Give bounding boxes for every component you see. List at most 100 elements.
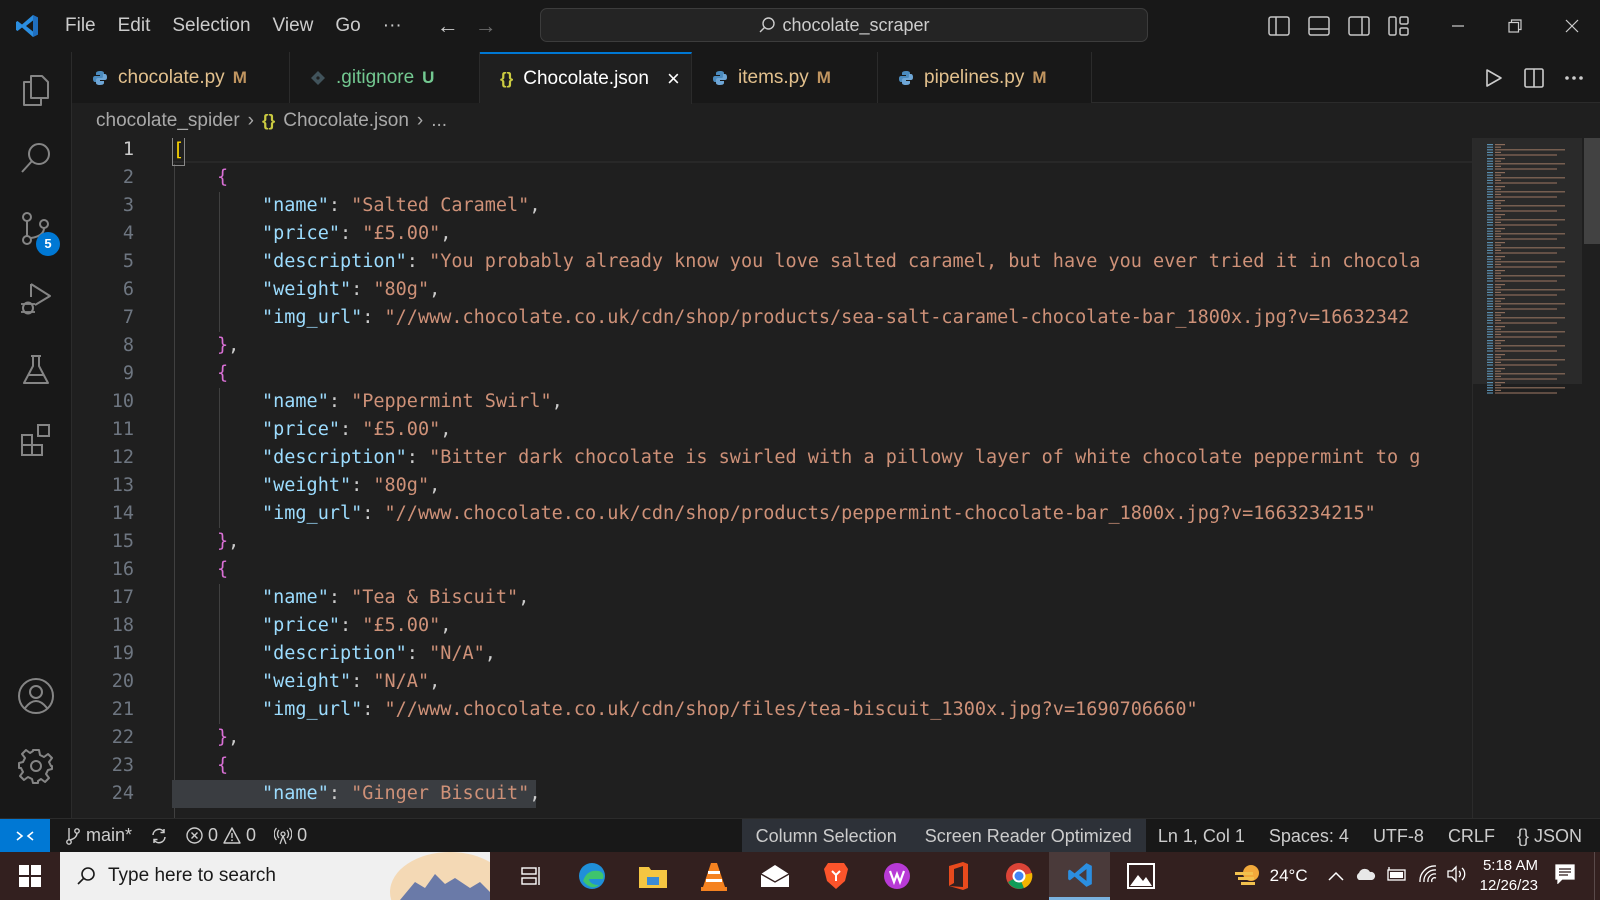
wifi-icon[interactable] — [1418, 864, 1438, 888]
json-punct: : — [328, 587, 352, 608]
code-line[interactable]: 7 "img_url": "//www.chocolate.co.uk/cdn/s… — [72, 304, 1472, 332]
weather-temp[interactable]: 24°C — [1270, 866, 1308, 886]
toggle-secondary-sidebar-icon[interactable] — [1339, 0, 1379, 52]
ports-indicator[interactable]: 0 — [265, 819, 316, 853]
chrome-icon[interactable] — [988, 852, 1049, 900]
taskbar-search-box[interactable]: Type here to search — [60, 852, 490, 900]
menu-go[interactable]: Go — [324, 0, 371, 52]
task-view-icon[interactable] — [500, 852, 561, 900]
code-line[interactable]: 1[ — [72, 138, 1472, 166]
code-line[interactable]: 9{ — [72, 360, 1472, 388]
photos-icon[interactable] — [1110, 852, 1171, 900]
code-line[interactable]: 15}, — [72, 528, 1472, 556]
toggle-panel-icon[interactable] — [1299, 0, 1339, 52]
menu-view[interactable]: View — [262, 0, 325, 52]
code-line[interactable]: 13 "weight": "80g", — [72, 472, 1472, 500]
menu-selection[interactable]: Selection — [161, 0, 261, 52]
code-line[interactable]: 11 "price": "£5.00", — [72, 416, 1472, 444]
run-file-icon[interactable] — [1474, 52, 1514, 103]
tab-gitignore[interactable]: .gitignore U — [290, 52, 480, 103]
code-line[interactable]: 5 "description": "You probably already kn… — [72, 248, 1472, 276]
column-selection-mode[interactable]: Column Selection — [742, 819, 911, 853]
code-line[interactable]: 10 "name": "Peppermint Swirl", — [72, 388, 1472, 416]
source-control-icon[interactable]: 5 — [0, 198, 72, 258]
minimize-icon[interactable] — [1429, 0, 1486, 52]
code-line[interactable]: 23 { — [72, 752, 1472, 780]
indentation[interactable]: Spaces: 4 — [1257, 819, 1361, 853]
customize-layout-icon[interactable] — [1379, 0, 1419, 52]
breadcrumb-file[interactable]: Chocolate.json — [283, 110, 409, 132]
breadcrumb-folder[interactable]: chocolate_spider — [96, 110, 240, 132]
office-icon[interactable] — [927, 852, 988, 900]
code-line[interactable]: 12 "description": "Bitter dark chocolate … — [72, 444, 1472, 472]
code-line[interactable]: 22}, — [72, 724, 1472, 752]
code-line[interactable]: 24 "name": "Ginger Biscuit", — [72, 780, 1472, 808]
volume-icon[interactable] — [1446, 864, 1468, 888]
mail-icon[interactable] — [744, 852, 805, 900]
beaker-icon[interactable] — [0, 340, 72, 400]
close-window-icon[interactable] — [1543, 0, 1600, 52]
forward-arrow-icon[interactable]: → — [467, 13, 505, 39]
code-line[interactable]: 4 "price": "£5.00", — [72, 220, 1472, 248]
code-line[interactable]: 18 "price": "£5.00", — [72, 612, 1472, 640]
screen-reader-mode[interactable]: Screen Reader Optimized — [911, 819, 1146, 853]
show-desktop-button[interactable] — [1594, 852, 1600, 900]
menu-more[interactable]: ··· — [372, 0, 413, 52]
cursor-position[interactable]: Ln 1, Col 1 — [1146, 819, 1257, 853]
wps-office-icon[interactable] — [866, 852, 927, 900]
encoding[interactable]: UTF-8 — [1361, 819, 1436, 853]
problems-indicator[interactable]: 0 0 — [177, 819, 265, 853]
code-line[interactable]: 3 "name": "Salted Caramel", — [72, 192, 1472, 220]
code-line[interactable]: 2{ — [72, 164, 1472, 192]
tab-pipelines-py[interactable]: pipelines.py M — [878, 52, 1092, 103]
menu-edit[interactable]: Edit — [107, 0, 162, 52]
code-line[interactable]: 21 "img_url": "//www.chocolate.co.uk/cdn/… — [72, 696, 1472, 724]
account-icon[interactable] — [0, 666, 72, 726]
split-editor-icon[interactable] — [1514, 52, 1554, 103]
gear-icon[interactable] — [0, 736, 72, 796]
code-line[interactable]: 14 "img_url": "//www.chocolate.co.uk/cdn/… — [72, 500, 1472, 528]
files-icon[interactable] — [0, 60, 72, 120]
code-line[interactable]: 17 "name": "Tea & Biscuit", — [72, 584, 1472, 612]
weather-icon[interactable] — [1226, 852, 1270, 900]
file-explorer-icon[interactable] — [622, 852, 683, 900]
more-actions-icon[interactable] — [1554, 52, 1594, 103]
tab-items-py[interactable]: items.py M — [692, 52, 878, 103]
brave-icon[interactable] — [805, 852, 866, 900]
scrollbar-thumb[interactable] — [1584, 138, 1600, 244]
show-hidden-icons-chevron-icon[interactable] — [1328, 866, 1344, 886]
battery-icon[interactable] — [1386, 866, 1408, 886]
clock[interactable]: 5:18 AM 12/26/23 — [1480, 856, 1538, 896]
vertical-scrollbar[interactable] — [1582, 138, 1600, 818]
breadcrumb-symbols[interactable]: ... — [431, 110, 447, 132]
vlc-icon[interactable] — [683, 852, 744, 900]
notifications-icon[interactable] — [1554, 863, 1576, 889]
minimap[interactable] — [1472, 138, 1583, 818]
edge-icon[interactable] — [561, 852, 622, 900]
extensions-icon[interactable] — [0, 410, 72, 470]
code-line[interactable]: 8}, — [72, 332, 1472, 360]
windows-start-icon[interactable] — [0, 852, 60, 900]
sync-icon[interactable] — [141, 819, 177, 853]
language-mode[interactable]: {} JSON — [1507, 819, 1600, 853]
line-endings[interactable]: CRLF — [1436, 819, 1507, 853]
back-arrow-icon[interactable]: ← — [429, 13, 467, 39]
search-icon[interactable] — [0, 128, 72, 188]
code-line[interactable]: 20 "weight": "N/A", — [72, 668, 1472, 696]
remote-icon[interactable] — [0, 818, 50, 853]
close-tab-icon[interactable]: × — [667, 66, 680, 92]
run-debug-icon[interactable] — [0, 268, 72, 328]
branch-indicator[interactable]: main* — [56, 819, 141, 853]
vscode-taskbar-icon[interactable] — [1049, 852, 1110, 900]
code-editor[interactable]: 1[2{3 "name": "Salted Caramel", 4 "price": … — [72, 138, 1472, 818]
code-line[interactable]: 6 "weight": "80g", — [72, 276, 1472, 304]
code-line[interactable]: 16 { — [72, 556, 1472, 584]
code-line[interactable]: 19 "description": "N/A", — [72, 640, 1472, 668]
menu-file[interactable]: File — [54, 0, 107, 52]
restore-icon[interactable] — [1486, 0, 1543, 52]
onedrive-icon[interactable] — [1354, 866, 1376, 886]
tab-chocolate-py[interactable]: chocolate.py M — [72, 52, 290, 103]
toggle-primary-sidebar-icon[interactable] — [1259, 0, 1299, 52]
command-center-search[interactable]: chocolate_scraper — [540, 8, 1148, 42]
tab-chocolate-json[interactable]: {} Chocolate.json × — [480, 52, 692, 104]
